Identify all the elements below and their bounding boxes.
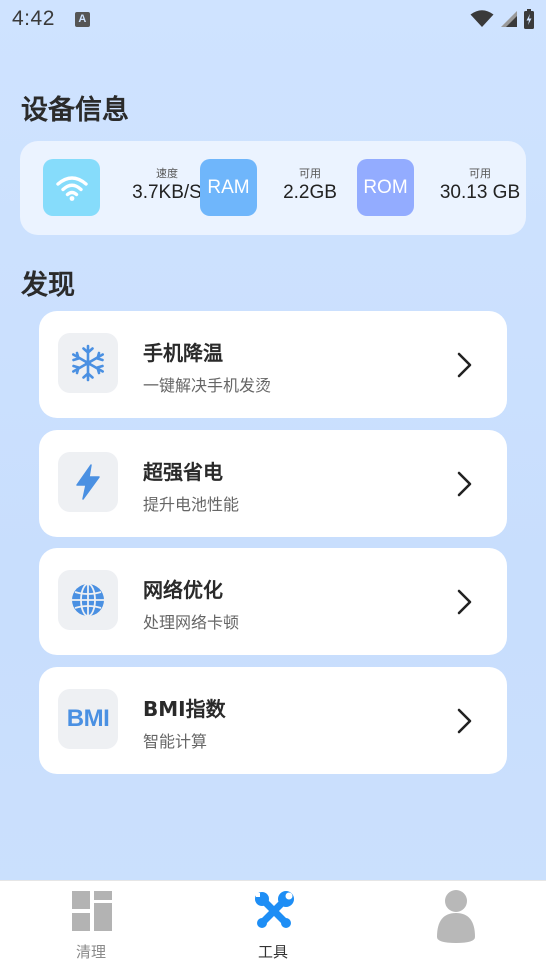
nav-label: 清理 [75, 943, 106, 961]
chevron-right-icon [453, 705, 477, 737]
feature-title: 网络优化 [143, 578, 223, 602]
notification-app-icon: A [74, 11, 90, 27]
bmi-icon: BMI [58, 689, 118, 749]
tools-icon [255, 891, 294, 928]
wifi-icon [43, 159, 100, 216]
status-time: 4:42 [12, 7, 55, 30]
feature-phone-cooling[interactable]: 手机降温 一键解决手机发烫 [39, 311, 507, 418]
profile-icon [437, 890, 475, 943]
feature-title: 超强省电 [143, 460, 223, 484]
snowflake-icon [58, 333, 118, 393]
feature-subtitle: 提升电池性能 [143, 495, 240, 514]
status-bar: 4:42 A [0, 0, 546, 38]
ram-stat: 可用 2.2GB [270, 167, 350, 205]
ram-value: 2.2GB [283, 182, 337, 203]
device-info-title: 设备信息 [21, 95, 129, 126]
nav-tab-tools[interactable]: 工具 [213, 881, 333, 972]
nav-label: 工具 [257, 943, 288, 961]
nav-tab-clean[interactable]: 清理 [31, 881, 151, 972]
cell-signal-icon [501, 11, 517, 27]
feature-network-optimize[interactable]: 网络优化 处理网络卡顿 [39, 548, 507, 655]
grid-layout-icon [72, 891, 112, 931]
feature-subtitle: 一键解决手机发烫 [143, 376, 272, 395]
bottom-navigation: 清理 工具 [0, 880, 546, 972]
chevron-right-icon [453, 349, 477, 381]
battery-charging-icon [524, 9, 534, 29]
feature-power-saving[interactable]: 超强省电 提升电池性能 [39, 430, 507, 537]
wifi-signal-icon [470, 10, 494, 27]
chevron-right-icon [453, 586, 477, 618]
feature-title: 手机降温 [143, 341, 223, 365]
rom-stat: 可用 30.13 GB [425, 167, 535, 205]
ram-icon: RAM [200, 159, 257, 216]
bmi-icon-label: BMI [66, 705, 110, 732]
lightning-icon [58, 452, 118, 512]
nav-tab-profile[interactable] [395, 881, 515, 972]
discover-title: 发现 [21, 270, 75, 301]
ram-caption: 可用 [299, 167, 321, 180]
rom-caption: 可用 [469, 167, 491, 180]
feature-subtitle: 处理网络卡顿 [143, 613, 240, 632]
rom-value: 30.13 GB [439, 182, 521, 203]
chevron-right-icon [453, 468, 477, 500]
globe-icon [58, 570, 118, 630]
rom-icon: ROM [357, 159, 414, 216]
status-indicators [470, 9, 534, 29]
device-info-card: 速度 3.7KB/S RAM 可用 2.2GB ROM 可用 30.13 GB [20, 141, 526, 235]
feature-subtitle: 智能计算 [143, 732, 208, 751]
feature-title: BMI指数 [143, 697, 226, 721]
feature-bmi-index[interactable]: BMI BMI指数 智能计算 [39, 667, 507, 774]
